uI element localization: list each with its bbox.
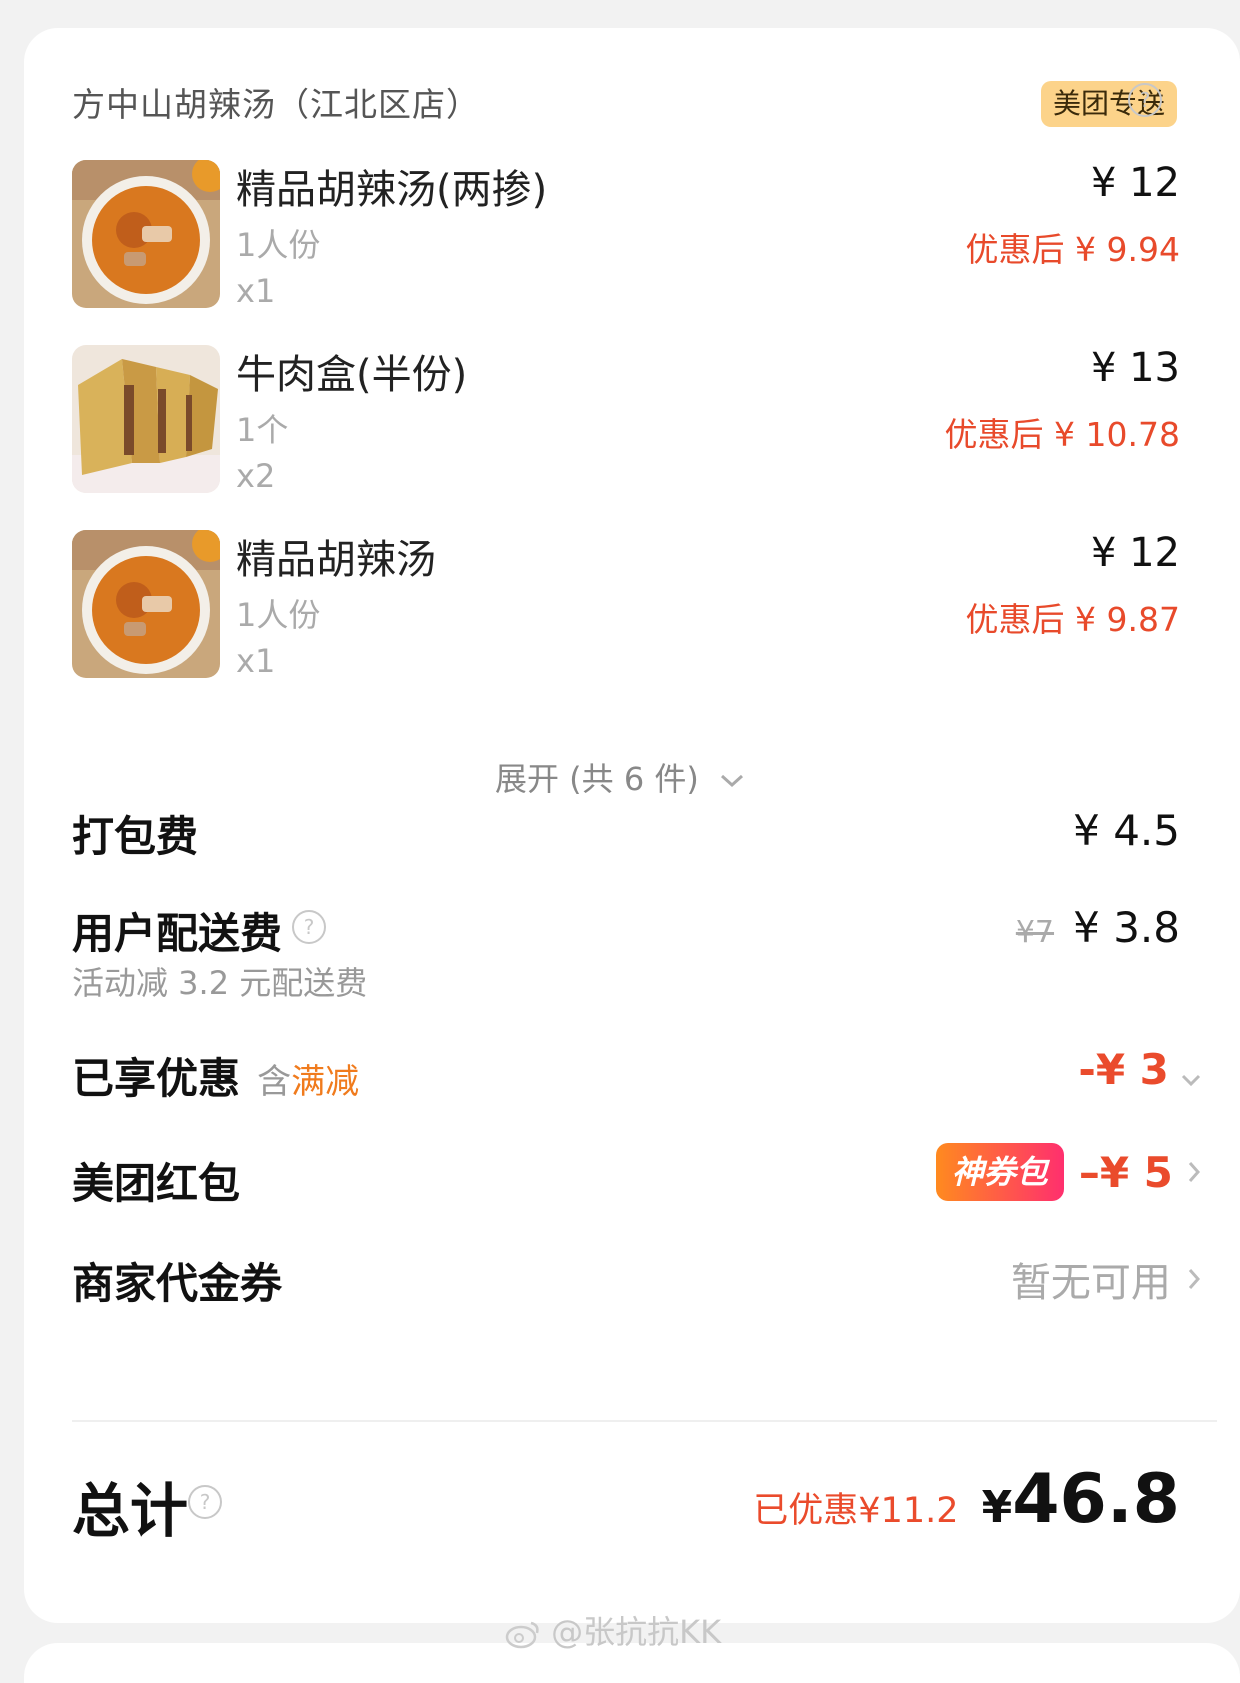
item-name[interactable]: 牛肉盒(半份) xyxy=(236,342,467,400)
beef-pie-icon xyxy=(72,345,220,493)
chevron-right-icon xyxy=(1188,1162,1201,1182)
item-price: ¥ 12 xyxy=(1090,160,1180,206)
chevron-right-icon xyxy=(1188,1269,1201,1289)
item-spec: 1人份 xyxy=(236,596,321,634)
item-spec: 1人份 xyxy=(236,226,321,264)
item-qty: x2 xyxy=(236,457,276,495)
divider xyxy=(72,1420,1217,1422)
merchant-voucher-value: 暂无可用 xyxy=(1010,1260,1171,1306)
item-price: ¥ 13 xyxy=(1090,345,1180,391)
item-price: ¥ 12 xyxy=(1090,530,1180,576)
item-discounted-price: 优惠后 ¥ 9.94 xyxy=(965,230,1180,269)
expand-label: 展开 (共 6 件) xyxy=(494,760,699,798)
discount-tag-prefix: 含 xyxy=(257,1062,292,1102)
weibo-logo-icon xyxy=(505,1621,539,1649)
item-discounted-price: 优惠后 ¥ 9.87 xyxy=(965,600,1180,639)
discount-value-button[interactable]: -¥ 3 xyxy=(1078,1045,1202,1094)
watermark: @张抗抗KK xyxy=(505,1607,721,1653)
total-amount: 46.8 xyxy=(1012,1460,1180,1539)
item-qty: x1 xyxy=(236,642,276,680)
top-strip xyxy=(0,0,1240,10)
merchant-voucher-button[interactable]: 暂无可用 xyxy=(1011,1250,1202,1308)
discount-tag: 满减 xyxy=(291,1062,360,1102)
item-thumbnail[interactable] xyxy=(72,345,220,493)
spicy-soup-bowl-icon xyxy=(72,160,220,308)
item-name[interactable]: 精品胡辣汤(两掺) xyxy=(236,157,547,215)
expand-items-button[interactable]: 展开 (共 6 件) xyxy=(0,754,1240,800)
discount-row-label: 已享优惠 含满减 xyxy=(72,1045,359,1106)
chevron-down-icon xyxy=(1181,1074,1201,1086)
merchant-voucher-label: 商家代金券 xyxy=(72,1259,283,1308)
delivery-fee-value: ¥ 3.8 xyxy=(1073,903,1180,952)
original-delivery-fee: ¥7 xyxy=(1015,915,1055,950)
item-discounted-price: 优惠后 ¥ 10.78 xyxy=(944,415,1180,454)
shop-name[interactable]: 方中山胡辣汤（江北区店） xyxy=(72,78,480,126)
red-packet-button[interactable]: 神券包 –¥ 5 xyxy=(935,1143,1202,1201)
delivery-fee-note: 活动减 3.2 元配送费 xyxy=(72,964,368,1002)
discount-label: 已享优惠 xyxy=(72,1054,241,1103)
red-packet-value: –¥ 5 xyxy=(1078,1147,1173,1197)
delivery-fee-label: 用户配送费 xyxy=(72,909,283,958)
spicy-soup-bowl-icon xyxy=(72,530,220,678)
watermark-text: @张抗抗KK xyxy=(551,1613,722,1651)
total-saved: 已优惠¥11.2 xyxy=(753,1491,959,1531)
packing-fee-value: ¥ 4.5 xyxy=(1073,806,1180,855)
coupon-pack-badge: 神券包 xyxy=(935,1143,1064,1201)
help-icon[interactable]: ? xyxy=(1128,83,1162,117)
help-icon[interactable]: ? xyxy=(188,1485,222,1519)
red-packet-label: 美团红包 xyxy=(72,1159,241,1208)
total-label: 总计 xyxy=(72,1477,189,1545)
packing-fee-label: 打包费 xyxy=(72,812,199,861)
chevron-down-icon xyxy=(721,774,744,788)
item-thumbnail[interactable] xyxy=(72,160,220,308)
total-amount-group: 已优惠¥11.2 ¥46.8 xyxy=(753,1460,1180,1539)
total-currency: ¥ xyxy=(981,1482,1013,1533)
item-name[interactable]: 精品胡辣汤 xyxy=(236,527,436,585)
item-qty: x1 xyxy=(236,272,276,310)
delivery-fee-value-group: ¥7 ¥ 3.8 xyxy=(1016,903,1180,952)
item-spec: 1个 xyxy=(236,411,289,449)
item-thumbnail[interactable] xyxy=(72,530,220,678)
discount-value: -¥ 3 xyxy=(1078,1045,1169,1094)
help-icon[interactable]: ? xyxy=(292,910,326,944)
